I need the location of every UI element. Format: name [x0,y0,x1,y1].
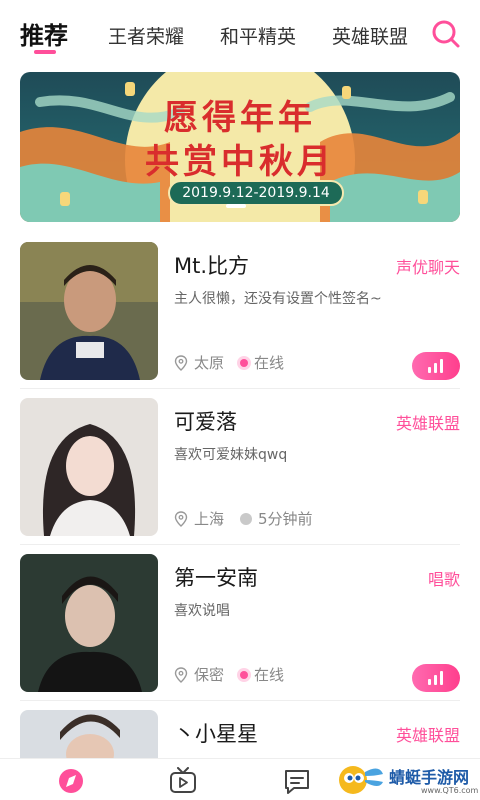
search-icon[interactable] [430,18,462,50]
active-tab-indicator [34,50,56,54]
mid-autumn-banner[interactable]: 愿得年年 共赏中秋月 2019.9.12-2019.9.14 [20,72,460,222]
user-signature: 喜欢说唱 [174,603,230,619]
tab-peace-elite[interactable]: 和平精英 [220,22,296,49]
user-status: 5分钟前 [258,510,313,528]
user-card[interactable]: 丶小星星 英雄联盟 [20,710,460,758]
online-dot [240,358,249,367]
tab-recommend[interactable]: 推荐 [20,16,68,51]
avatar[interactable] [20,398,158,536]
user-category-tag[interactable]: 唱歌 [428,566,460,590]
divider [20,388,460,389]
top-tab-bar: 推荐 王者荣耀 和平精英 英雄联盟 [0,0,480,62]
location-icon [174,666,188,683]
sound-bars-icon [428,671,443,685]
user-card[interactable]: Mt.比方 声优聊天 主人很懒，还没有设置个性签名~ 太原 在线 [20,242,460,382]
divider [20,544,460,545]
banner-page-indicator [226,204,246,208]
user-meta: 太原 在线 [174,352,284,373]
user-category-tag[interactable]: 声优聊天 [396,254,460,278]
voice-play-button[interactable] [412,352,460,380]
user-location: 保密 [194,666,225,684]
location-icon [174,510,188,527]
avatar[interactable] [20,710,158,758]
banner-date: 2019.9.12-2019.9.14 [168,180,344,206]
avatar[interactable] [20,554,158,692]
discover-icon[interactable] [56,767,86,795]
sound-bars-icon [428,359,443,373]
tab-league-of-legends[interactable]: 英雄联盟 [332,22,408,49]
watermark-url: www.QT6.com [421,786,479,795]
user-name: Mt.比方 [174,254,250,278]
voice-play-button[interactable] [412,664,460,692]
divider [20,700,460,701]
online-dot [240,670,249,679]
user-name: 第一安南 [174,566,258,590]
user-status: 在线 [254,354,285,372]
user-location: 太原 [194,354,225,372]
user-meta: 上海 5分钟前 [174,508,313,529]
user-category-tag[interactable]: 英雄联盟 [396,410,460,434]
tv-icon[interactable] [168,767,198,795]
banner-title-line2: 共赏中秋月 [145,142,335,182]
message-icon[interactable] [282,767,312,795]
offline-dot [240,512,253,525]
location-icon [174,354,188,371]
watermark-text: 蜻蜓手游网 [389,768,470,787]
user-signature: 喜欢可爱妹妹qwq [174,447,288,463]
user-name: 可爱落 [174,410,237,434]
user-status: 在线 [254,666,285,684]
user-signature: 主人很懒，还没有设置个性签名~ [174,291,382,307]
user-location: 上海 [194,510,225,528]
user-card[interactable]: 第一安南 唱歌 喜欢说唱 保密 在线 [20,554,460,694]
dragonfly-logo-icon [339,766,383,794]
user-card[interactable]: 可爱落 英雄联盟 喜欢可爱妹妹qwq 上海 5分钟前 [20,398,460,538]
site-watermark: 蜻蜓手游网 www.QT6.com [335,760,480,800]
user-name: 丶小星星 [174,722,258,746]
tab-honor-of-kings[interactable]: 王者荣耀 [108,22,184,49]
banner-title-line1: 愿得年年 [164,98,316,138]
user-meta: 保密 在线 [174,664,284,685]
avatar[interactable] [20,242,158,380]
user-category-tag[interactable]: 英雄联盟 [396,722,460,746]
